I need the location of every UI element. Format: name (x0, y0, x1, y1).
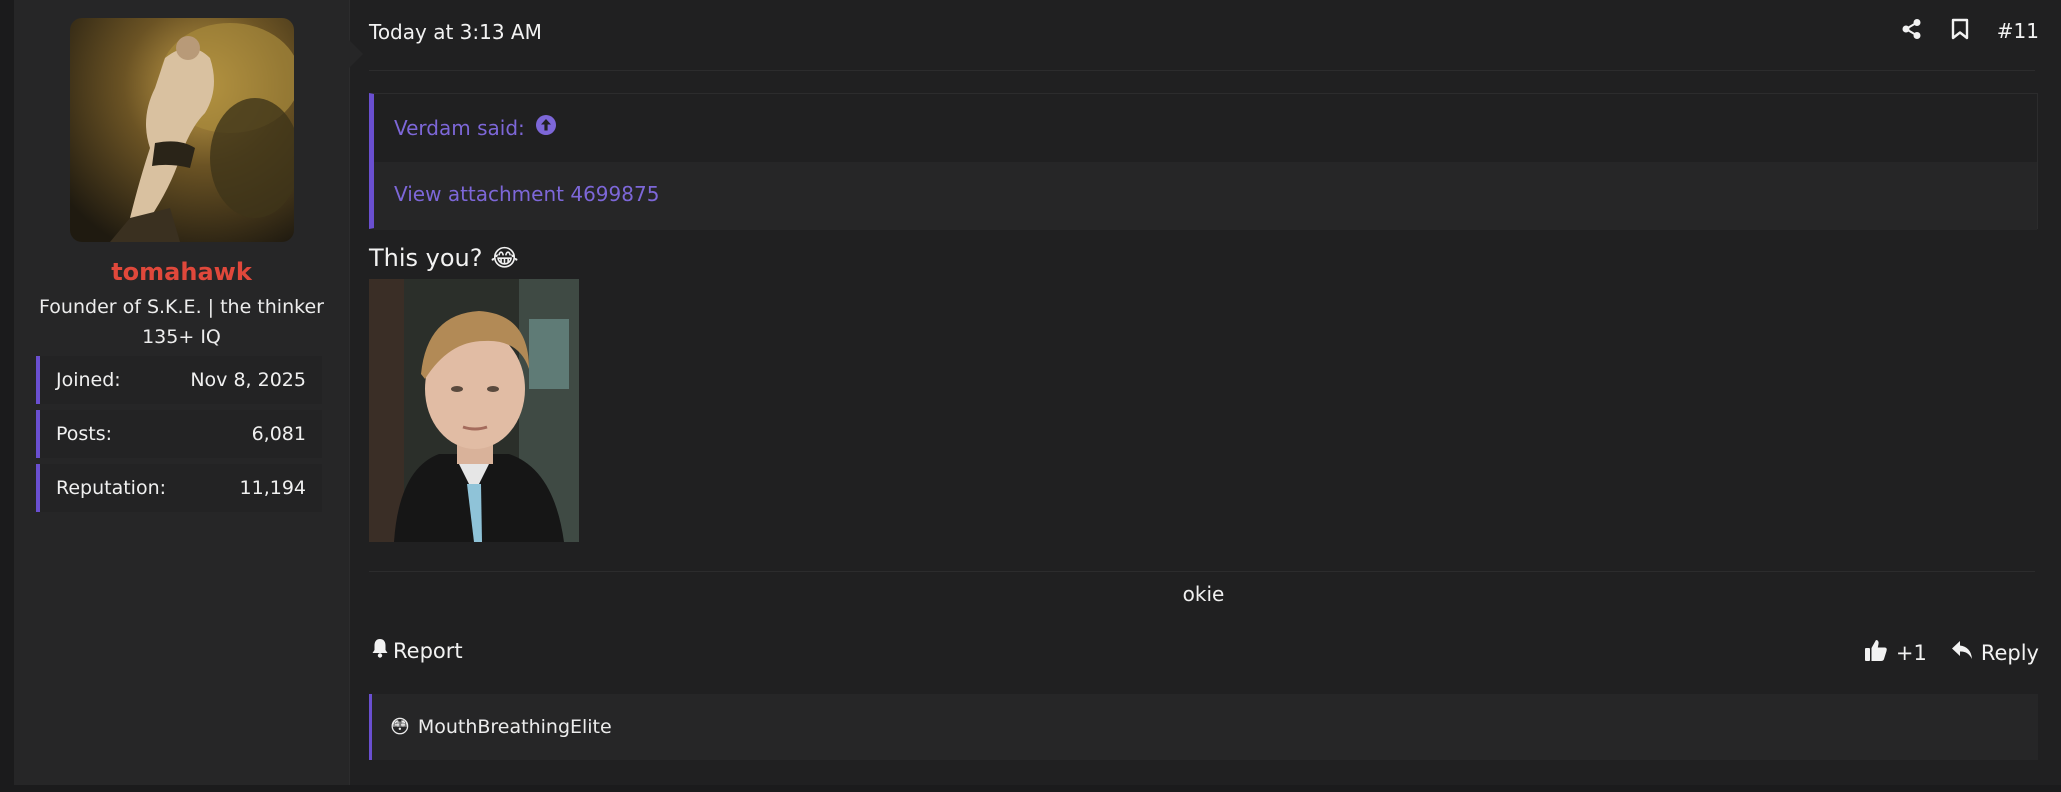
reply-button[interactable]: Reply (1951, 640, 2039, 665)
username[interactable]: tomahawk (14, 258, 349, 286)
stat-reputation: Reputation: 11,194 (36, 464, 322, 512)
reply-label: Reply (1980, 640, 2039, 665)
quote-author[interactable]: Verdam said: (394, 116, 525, 140)
post-header-actions: #11 (1901, 18, 2039, 44)
post-message: This you? 😂 (369, 244, 519, 272)
flushed-face-icon: 😳 (390, 716, 410, 738)
sidebar-pointer (349, 40, 363, 68)
stat-label: Joined: (56, 369, 121, 391)
quote-block: Verdam said: View attachment 4699875 (369, 93, 2038, 230)
reaction-users[interactable]: MouthBreathingElite (418, 716, 612, 738)
header-divider (369, 70, 2035, 71)
stat-posts: Posts: 6,081 (36, 410, 322, 458)
share-icon[interactable] (1901, 18, 1923, 44)
stat-value: 11,194 (239, 477, 306, 499)
stat-label: Reputation: (56, 477, 167, 499)
user-signature: okie (1182, 582, 1225, 606)
post-date[interactable]: Today at 3:13 AM (369, 20, 542, 44)
arrow-up-circle-icon[interactable] (535, 114, 557, 141)
avatar[interactable] (70, 18, 294, 242)
forum-post: tomahawk Founder of S.K.E. | the thinker… (14, 0, 2061, 785)
quote-body: View attachment 4699875 (374, 162, 2037, 230)
user-title: Founder of S.K.E. | the thinker 135+ IQ (14, 292, 349, 352)
bookmark-icon[interactable] (1951, 18, 1969, 44)
attached-photo[interactable] (369, 279, 579, 542)
reactions-bar[interactable]: 😳 MouthBreathingElite (369, 694, 2038, 760)
attachment-link[interactable]: View attachment 4699875 (394, 182, 659, 206)
post-number[interactable]: #11 (1997, 19, 2039, 43)
post-footer-actions: +1 Reply (1864, 638, 2039, 667)
reply-icon (1951, 640, 1973, 665)
report-button[interactable]: Report (371, 638, 463, 663)
report-label: Report (393, 638, 463, 663)
signature-divider (369, 571, 2035, 572)
bell-icon (371, 638, 389, 663)
post-main: Today at 3:13 AM #11 Verdam said: View a… (369, 0, 2059, 785)
quote-header[interactable]: Verdam said: (394, 114, 557, 141)
message-text: This you? (369, 244, 483, 272)
stat-value: Nov 8, 2025 (190, 369, 306, 391)
stat-value: 6,081 (251, 423, 306, 445)
user-title-line-2: 135+ IQ (142, 326, 221, 348)
like-count: +1 (1895, 640, 1927, 665)
stat-label: Posts: (56, 423, 113, 445)
thumbs-up-icon (1864, 638, 1888, 667)
tears-of-joy-emoji-icon: 😂 (490, 244, 519, 272)
user-sidebar: tomahawk Founder of S.K.E. | the thinker… (14, 0, 363, 785)
stat-joined: Joined: Nov 8, 2025 (36, 356, 322, 404)
user-title-line-1: Founder of S.K.E. | the thinker (39, 296, 324, 318)
like-button[interactable]: +1 (1864, 638, 1927, 667)
